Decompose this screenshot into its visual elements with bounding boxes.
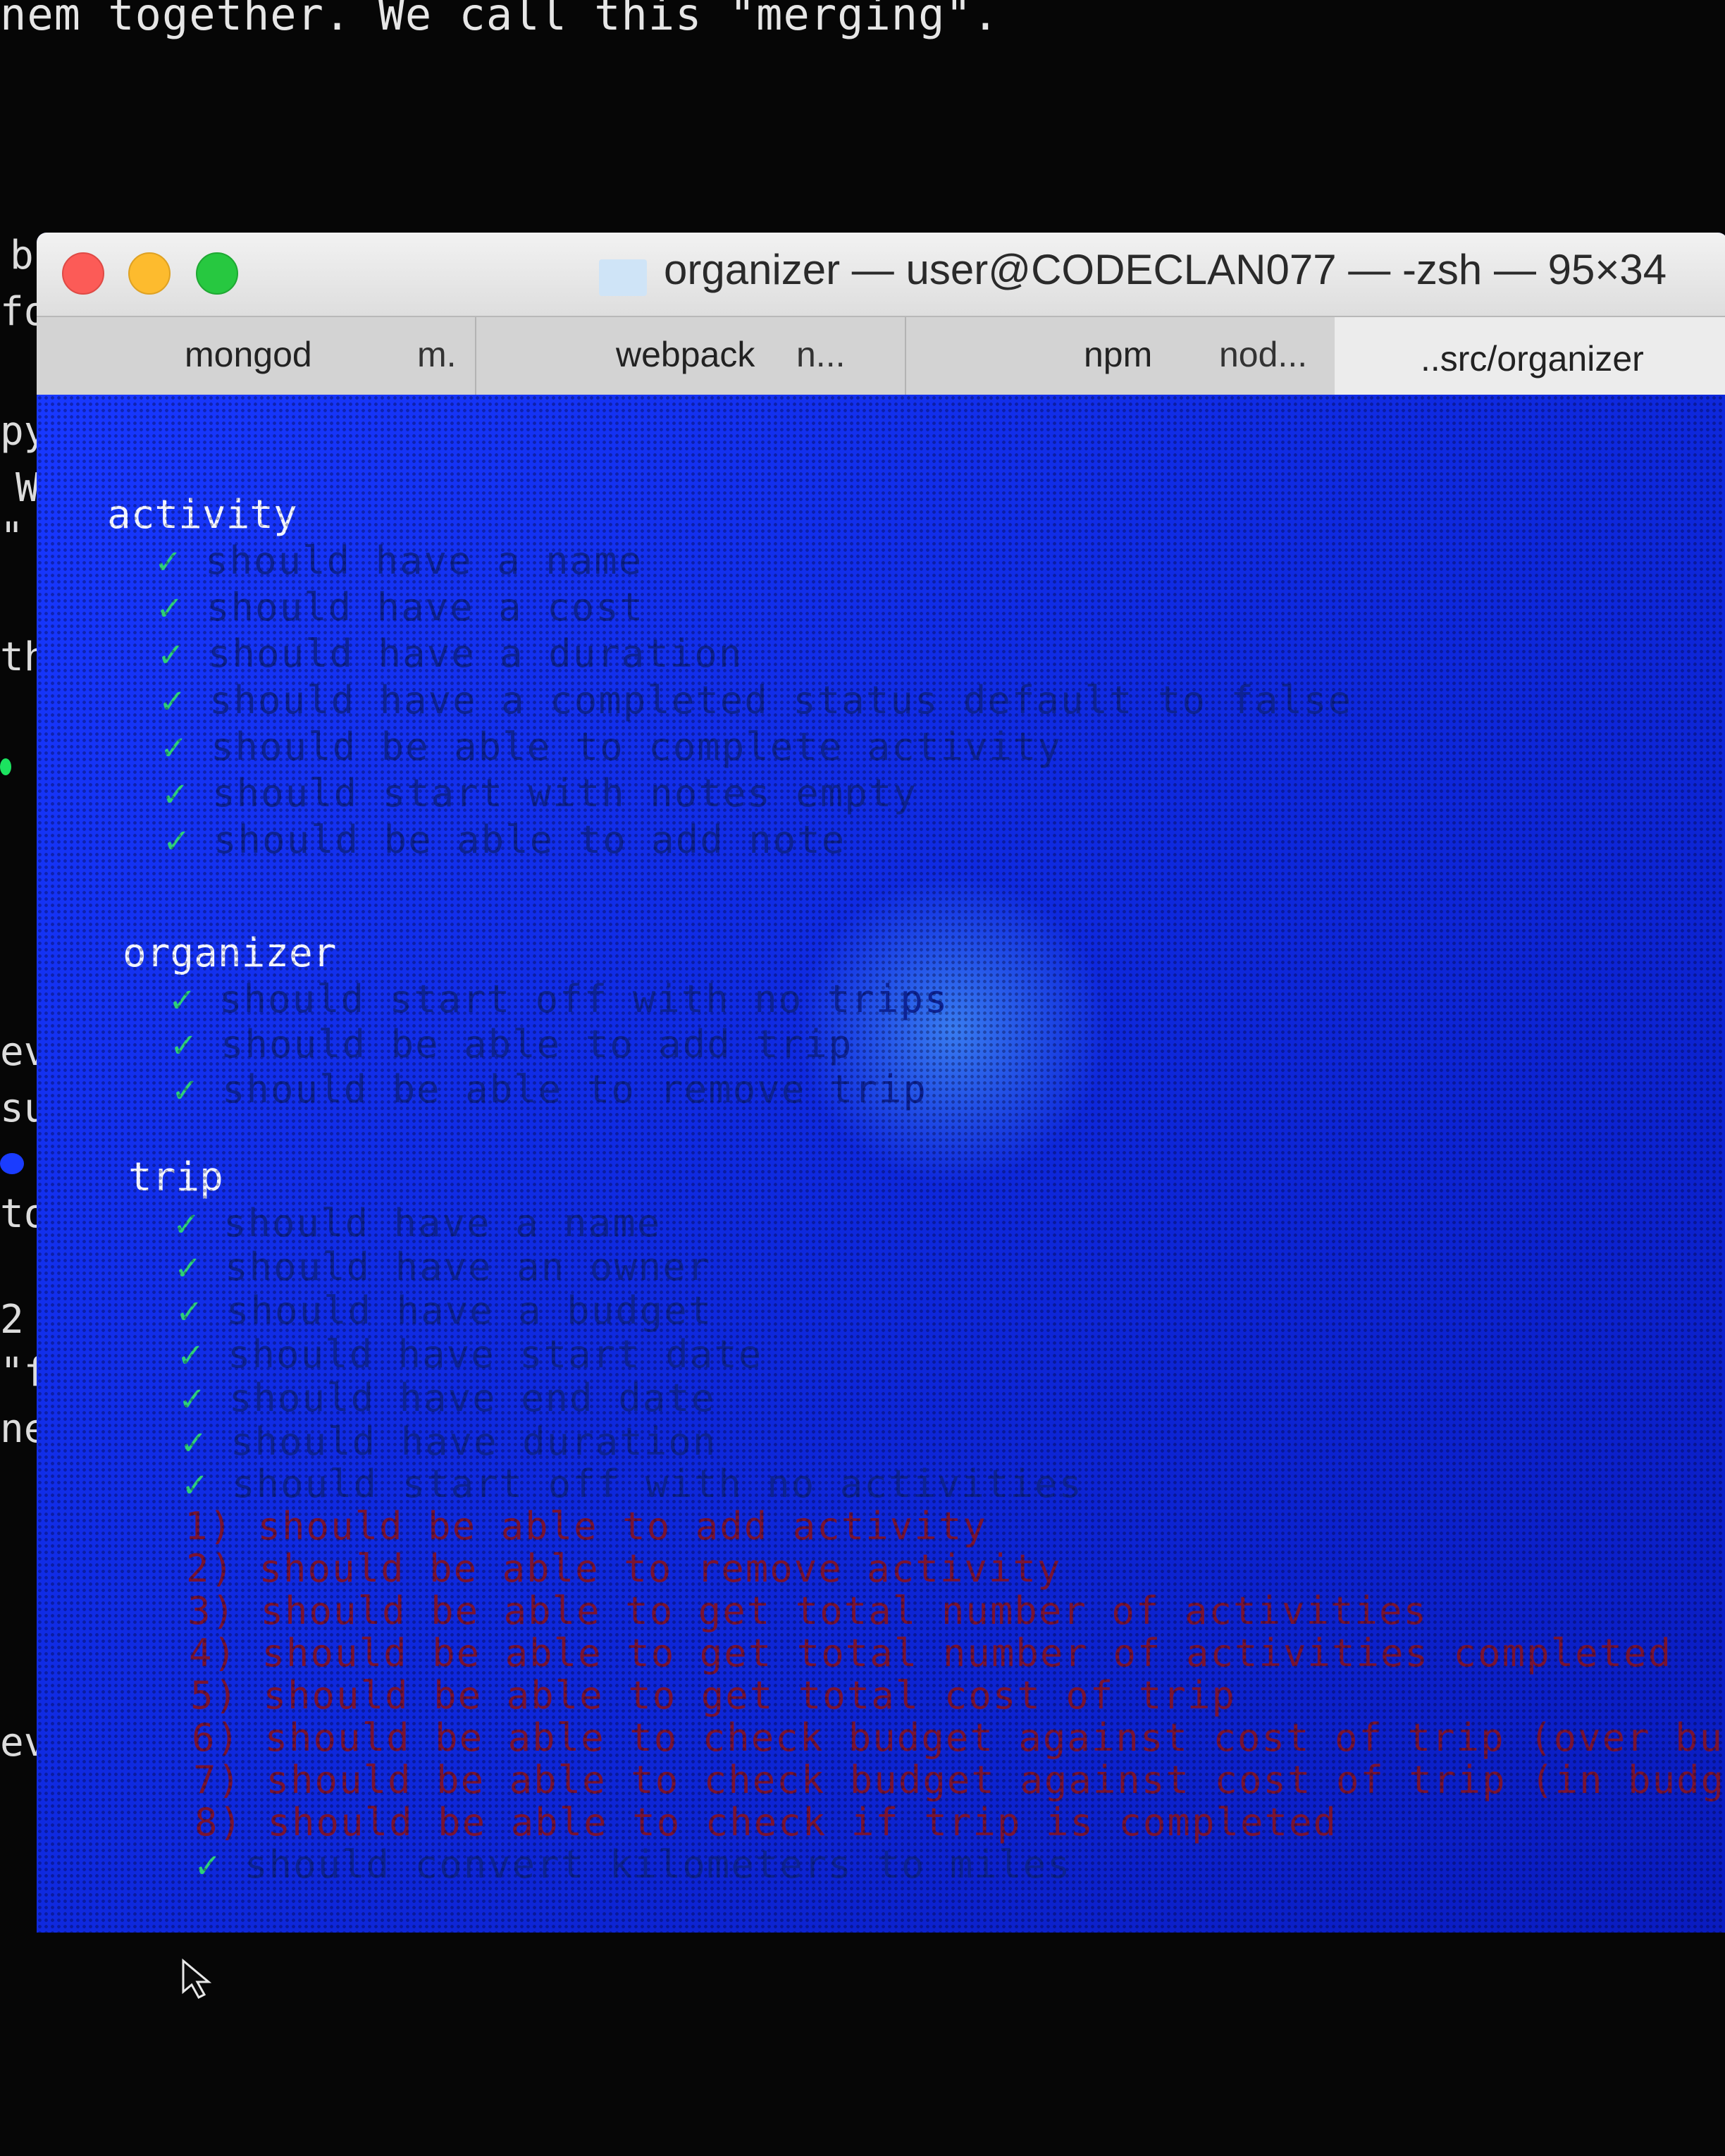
tab-label: npm (1084, 335, 1153, 374)
passing-test: ✓ should be able to add trip (172, 1022, 853, 1066)
tab-label: mongod (185, 335, 312, 374)
desktop-dot (0, 1153, 24, 1174)
tab-bar: mongod m. webpack n... npm nod... ..src/… (37, 316, 1725, 396)
tab-organizer[interactable]: ..src/organizer (1335, 317, 1725, 395)
tab-webpack[interactable]: webpack n... (475, 317, 906, 395)
tab-process: nod... (1219, 335, 1308, 374)
passing-test: ✓ should have a name (156, 538, 643, 583)
close-button[interactable] (62, 252, 104, 295)
terminal-output[interactable]: activity ✓ should have a name ✓ should h… (37, 395, 1725, 1933)
tab-label: webpack (616, 335, 755, 374)
tab-process: n... (796, 335, 846, 374)
folder-icon (599, 259, 647, 296)
desktop-dot (0, 758, 11, 775)
passing-test: ✓ should have a completed status default… (161, 678, 1353, 722)
failing-test: 2) should be able to remove activity (186, 1546, 1062, 1591)
background-terminal-line: nem together. We call this "merging". (0, 0, 1000, 40)
passing-test: ✓ should start off with no activities (183, 1462, 1083, 1506)
passing-test: ✓ should have a budget (178, 1288, 713, 1333)
passing-test: ✓ should be able to complete activity (162, 725, 1062, 769)
tab-npm[interactable]: npm nod... (905, 317, 1336, 395)
passing-test: ✓ should have a name (175, 1201, 662, 1245)
title-bar[interactable]: organizer — user@CODECLAN077 — -zsh — 95… (37, 233, 1725, 316)
passing-test: ✓ should be able to add note (165, 818, 846, 862)
passing-test: ✓ should have an owner (176, 1245, 712, 1289)
passing-test: ✓ should have duration (182, 1419, 717, 1464)
failing-test: 1) should be able to add activity (185, 1504, 987, 1548)
failing-test: 8) should be able to check if trip is co… (194, 1800, 1338, 1844)
tab-label: ..src/organizer (1421, 339, 1644, 378)
passing-test: ✓ should convert kilometers to miles (196, 1842, 1072, 1887)
failing-test: 4) should be able to get total number of… (189, 1631, 1673, 1675)
failing-test: 5) should be able to get total cost of t… (190, 1673, 1236, 1718)
passing-test: ✓ should have start date (179, 1332, 763, 1376)
passing-test: ✓ should have a duration (159, 632, 743, 676)
suite-title: activity (107, 492, 297, 538)
passing-test: ✓ should have a cost (158, 585, 645, 629)
background-fragment: b (10, 233, 34, 278)
passing-test: ✓ should start off with no trips (171, 977, 949, 1021)
background-fragment: " (0, 515, 24, 560)
passing-test: ✓ should be able to remove trip (173, 1067, 927, 1111)
suite-title: trip (128, 1154, 223, 1200)
tab-process: m. (417, 335, 457, 374)
failing-test: 3) should be able to get total number of… (187, 1589, 1428, 1633)
background-fragment: W (16, 465, 39, 511)
terminal-window[interactable]: organizer — user@CODECLAN077 — -zsh — 95… (37, 233, 1725, 1933)
suite-title: organizer (123, 930, 337, 976)
passing-test: ✓ should start with notes empty (163, 771, 917, 815)
failing-test: 7) should be able to check budget agains… (193, 1758, 1725, 1802)
passing-test: ✓ should have end date (180, 1376, 716, 1420)
minimize-button[interactable] (128, 252, 171, 295)
failing-test: 6) should be able to check budget agains… (192, 1715, 1725, 1760)
tab-mongod[interactable]: mongod m. (37, 317, 476, 395)
window-title: organizer — user@CODECLAN077 — -zsh — 95… (664, 246, 1667, 293)
zoom-button[interactable] (196, 252, 238, 295)
mouse-pointer-icon (182, 1958, 212, 1999)
